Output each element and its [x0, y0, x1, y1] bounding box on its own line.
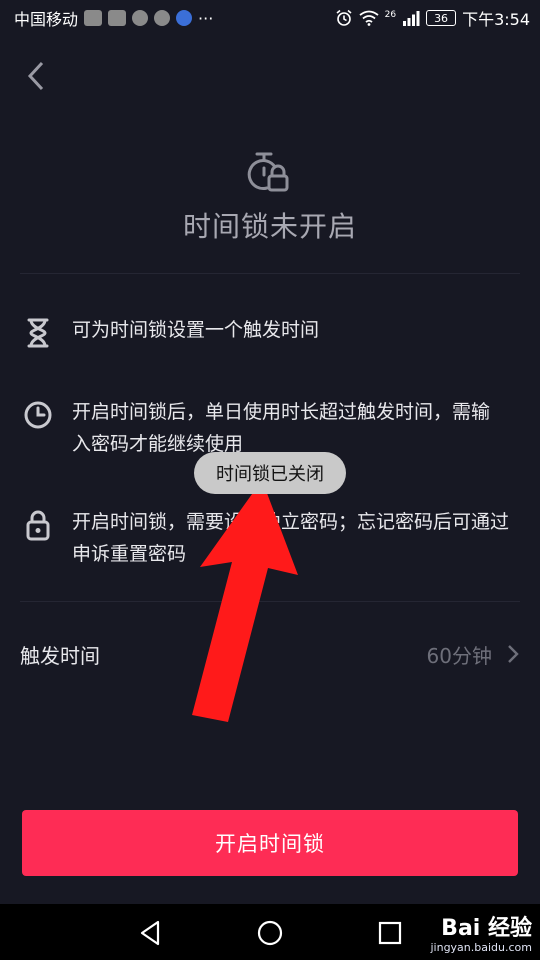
trigger-time-row[interactable]: 触发时间 60分钟	[0, 630, 540, 678]
timer-lock-icon	[247, 152, 289, 192]
chevron-right-icon	[508, 645, 519, 663]
toast-message: 时间锁已关闭	[194, 452, 346, 494]
nav-back-icon[interactable]	[136, 918, 166, 948]
trigger-time-label: 触发时间	[20, 643, 100, 668]
network-type-label: 26	[384, 10, 397, 20]
notification-music-icon	[132, 10, 149, 26]
notification-music-icon-2	[154, 10, 171, 26]
more-notifications: ···	[198, 8, 214, 28]
notification-baidu-icon	[176, 10, 193, 26]
feature-item-trigger-time: 可为时间锁设置一个触发时间	[20, 314, 520, 350]
clock-time: 下午3:54	[462, 10, 530, 29]
status-left: 中国移动 ···	[14, 6, 213, 30]
enable-time-lock-button[interactable]: 开启时间锁	[22, 810, 518, 876]
battery-icon: 36	[426, 10, 457, 26]
battery-level: 36	[434, 11, 449, 25]
baidu-watermark: Bai 经验 jingyan.baidu.com	[430, 916, 532, 955]
feature-item-usage-limit: 开启时间锁后，单日使用时长超过触发时间，需输入密码才能继续使用	[20, 396, 520, 460]
watermark-url: jingyan.baidu.com	[430, 941, 532, 954]
lock-icon	[26, 510, 50, 541]
trigger-time-value: 60分钟	[426, 643, 492, 668]
nav-home-icon[interactable]	[255, 918, 285, 948]
back-button[interactable]	[20, 56, 52, 96]
clock-icon	[24, 401, 52, 429]
alarm-icon	[336, 9, 352, 26]
notification-app-icon	[84, 10, 103, 26]
feature-text: 开启时间锁后，单日使用时长超过触发时间，需输入密码才能继续使用	[72, 401, 491, 455]
wifi-icon	[359, 10, 379, 26]
notification-weibo-icon	[108, 10, 127, 26]
watermark-brand: Bai 经验	[441, 916, 532, 941]
signal-icon	[403, 11, 420, 26]
feature-item-password: 开启时间锁，需要设置独立密码；忘记密码后可通过申诉重置密码	[20, 506, 520, 570]
nav-recents-icon[interactable]	[375, 918, 405, 948]
page-title: 时间锁未开启	[182, 210, 357, 243]
divider-bottom	[20, 601, 520, 602]
chevron-left-icon	[27, 61, 44, 91]
status-right: 26 36 下午3:54	[335, 6, 530, 30]
feature-text: 可为时间锁设置一个触发时间	[72, 319, 320, 341]
hourglass-icon	[27, 318, 49, 348]
system-nav-bar: Bai 经验 jingyan.baidu.com	[0, 904, 540, 960]
status-bar: 中国移动 ··· 26 36 下午3:54	[0, 0, 540, 36]
carrier-label: 中国移动	[14, 10, 79, 29]
divider-top	[20, 273, 520, 274]
feature-text: 开启时间锁，需要设置独立密码；忘记密码后可通过申诉重置密码	[72, 511, 510, 565]
